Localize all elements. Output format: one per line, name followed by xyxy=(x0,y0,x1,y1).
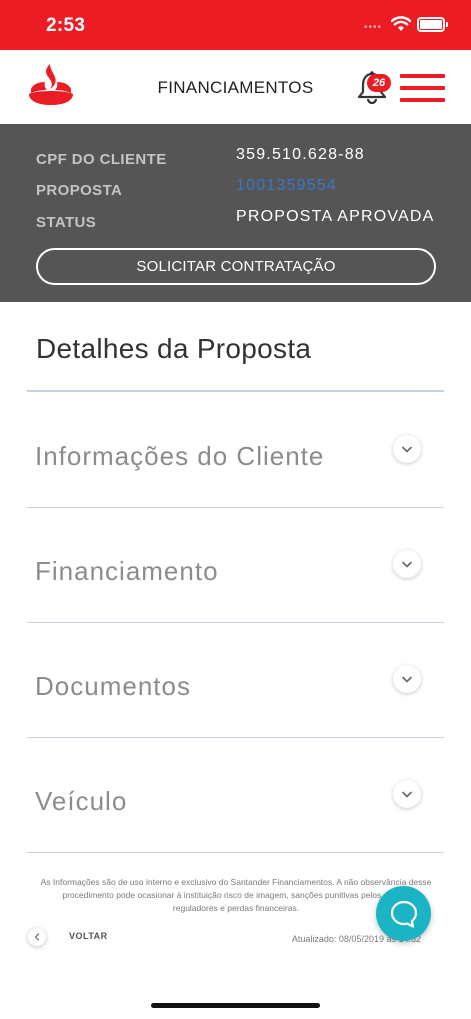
battery-icon xyxy=(417,17,448,32)
summary-value-status: PROPOSTA APROVADA xyxy=(236,208,435,225)
app-header: FINANCIAMENTOS 26 xyxy=(0,50,471,124)
proposal-summary: CPF DO CLIENTE 359.510.628-88 PROPOSTA 1… xyxy=(0,124,471,302)
accordion-label: Documentos xyxy=(35,671,191,701)
proposal-number-link[interactable]: 1001359554 xyxy=(236,177,337,195)
summary-label-proposta: PROPOSTA xyxy=(36,182,123,199)
status-time: 2:53 xyxy=(46,15,86,36)
accordion-vehicle[interactable]: Veículo xyxy=(27,738,444,853)
summary-label-status: STATUS xyxy=(36,214,97,231)
status-bar: 2:53 •••• xyxy=(0,0,471,50)
accordion-label: Veículo xyxy=(35,786,128,816)
chevron-down-icon[interactable] xyxy=(393,435,421,463)
notification-badge: 26 xyxy=(367,74,391,92)
wifi-icon xyxy=(391,16,411,31)
chevron-left-icon[interactable] xyxy=(28,928,46,946)
summary-value-cpf: 359.510.628-88 xyxy=(236,146,365,163)
accordion-documents[interactable]: Documentos xyxy=(27,623,444,738)
hamburger-menu-icon[interactable] xyxy=(400,74,445,102)
request-contract-button[interactable]: SOLICITAR CONTRATAÇÃO xyxy=(36,248,436,285)
summary-label-cpf: CPF DO CLIENTE xyxy=(36,151,167,168)
accordion-label: Financiamento xyxy=(35,556,219,586)
chevron-down-icon[interactable] xyxy=(393,665,421,693)
chevron-down-icon[interactable] xyxy=(393,550,421,578)
accordion-label: Informações do Cliente xyxy=(35,441,325,471)
chat-bubble-icon[interactable] xyxy=(376,886,431,941)
signal-dots-icon: •••• xyxy=(364,22,383,33)
disclaimer-text: As Informações são de uso interno e excl… xyxy=(40,877,432,913)
heading-divider xyxy=(27,390,444,392)
back-link[interactable]: VOLTAR xyxy=(69,931,108,941)
accordion-client-info[interactable]: Informações do Cliente xyxy=(27,393,444,508)
chevron-down-icon[interactable] xyxy=(393,780,421,808)
accordion-financing[interactable]: Financiamento xyxy=(27,508,444,623)
details-heading: Detalhes da Proposta xyxy=(36,333,312,364)
home-indicator xyxy=(151,1003,320,1008)
